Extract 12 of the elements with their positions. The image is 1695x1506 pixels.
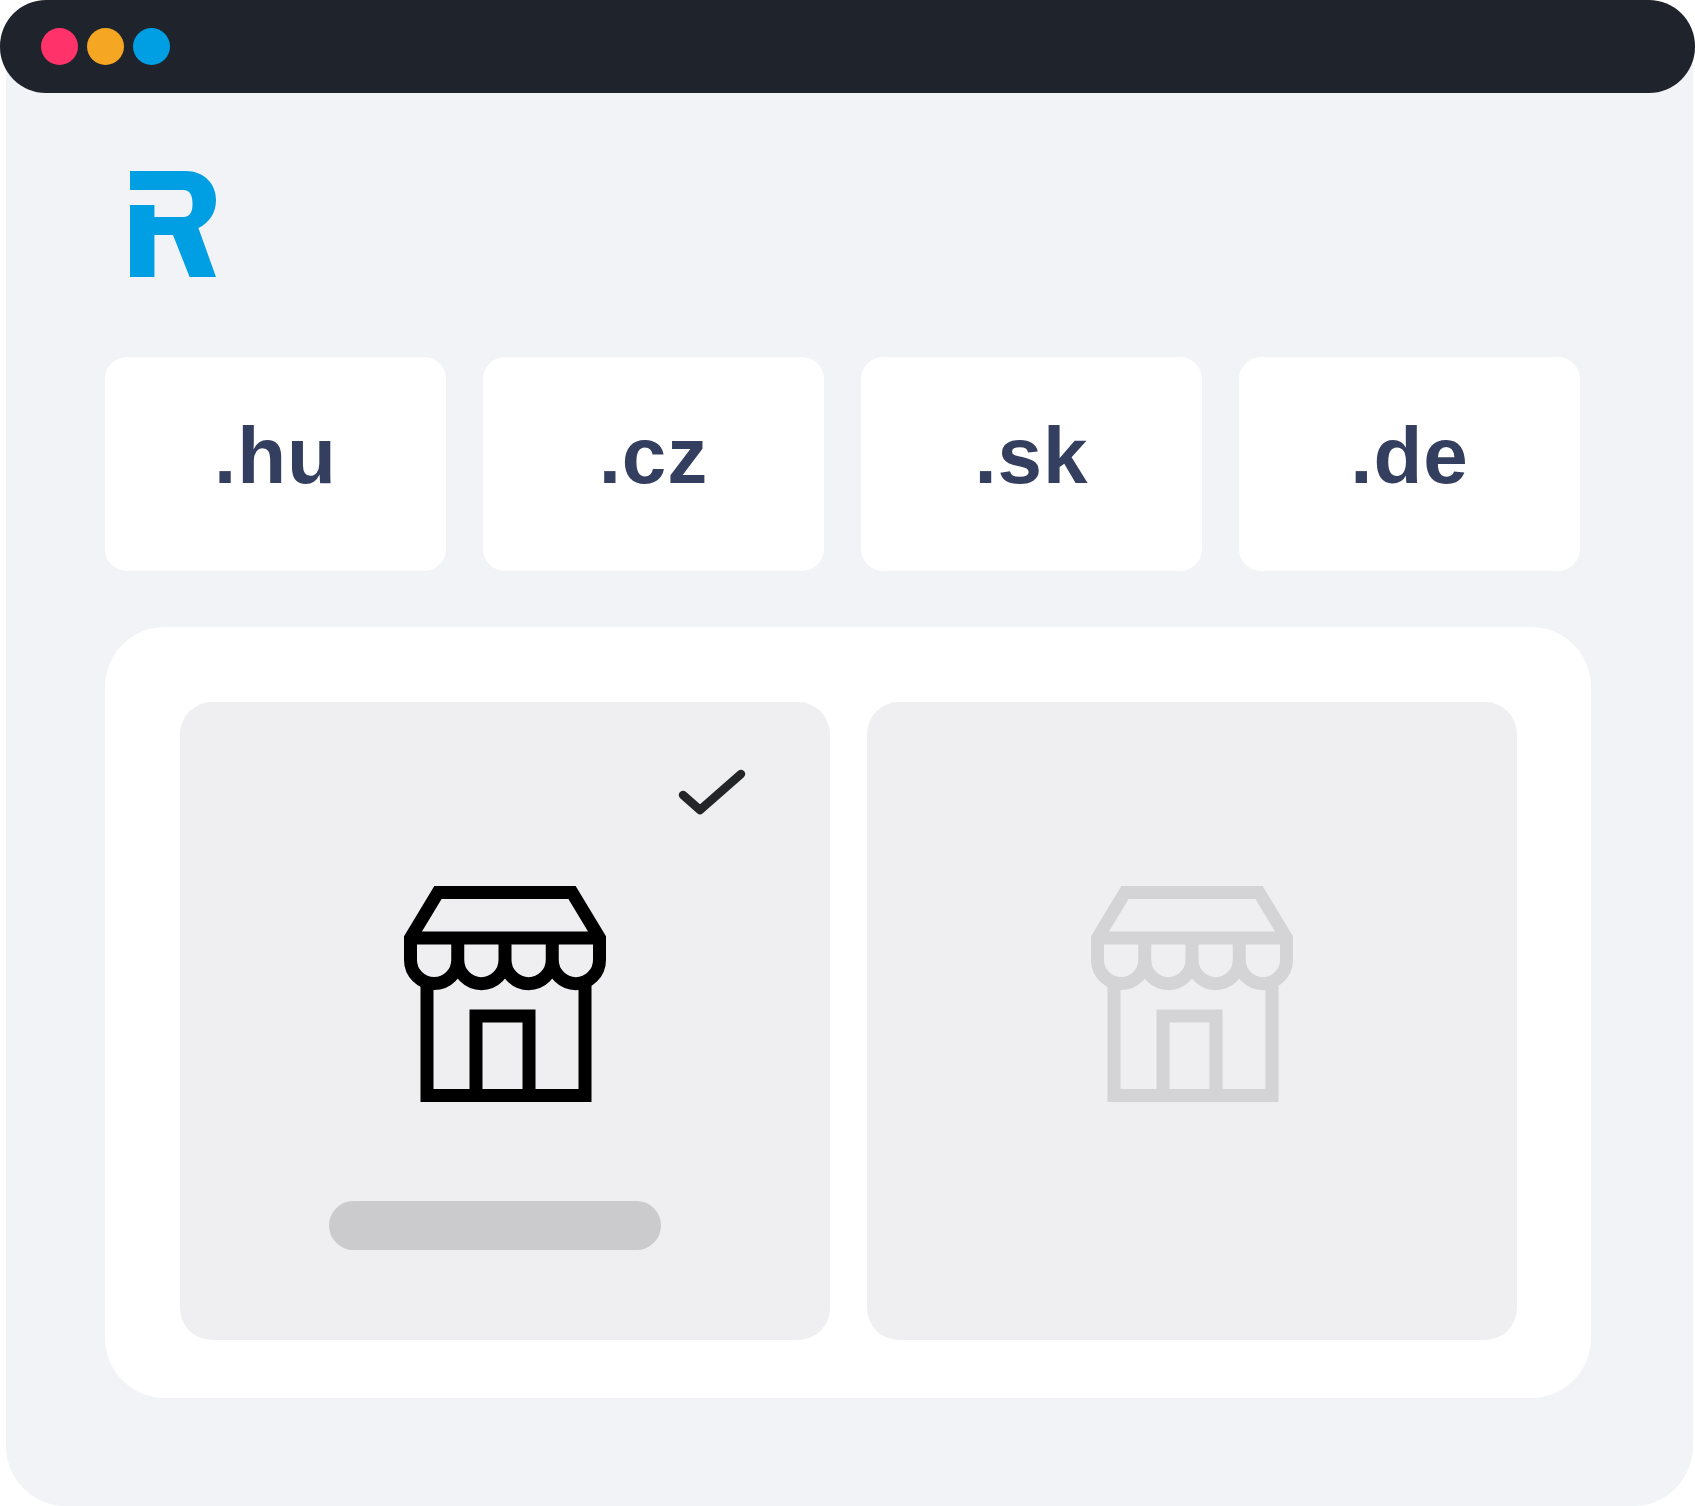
window-dot-icon[interactable] bbox=[133, 28, 170, 65]
check-icon bbox=[678, 768, 746, 816]
domain-option[interactable]: .hu bbox=[105, 357, 446, 571]
domain-option[interactable]: .de bbox=[1239, 357, 1580, 571]
storefront-icon bbox=[404, 886, 606, 1102]
shop-option-card[interactable] bbox=[180, 702, 830, 1340]
window-dot-icon[interactable] bbox=[41, 28, 78, 65]
logo-icon bbox=[130, 171, 216, 277]
storefront-icon bbox=[1091, 886, 1293, 1102]
window-dot-icon[interactable] bbox=[87, 28, 124, 65]
domain-option[interactable]: .cz bbox=[483, 357, 824, 571]
domain-option[interactable]: .sk bbox=[861, 357, 1202, 571]
